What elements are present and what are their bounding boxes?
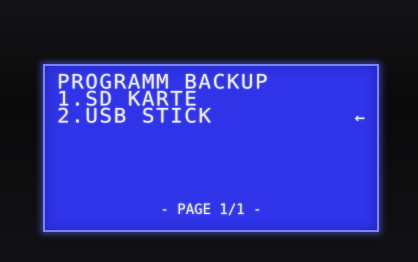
menu-item-usb-stick[interactable]: 2.USB STICK (57, 107, 213, 126)
device-bezel: PROGRAMM BACKUP 1.SD KARTE 2.USB STICK ←… (0, 0, 418, 262)
selection-arrow-icon: ← (354, 108, 365, 128)
page-indicator: - PAGE 1/1 - (160, 202, 262, 218)
lcd-screen: PROGRAMM BACKUP 1.SD KARTE 2.USB STICK ←… (43, 64, 379, 232)
